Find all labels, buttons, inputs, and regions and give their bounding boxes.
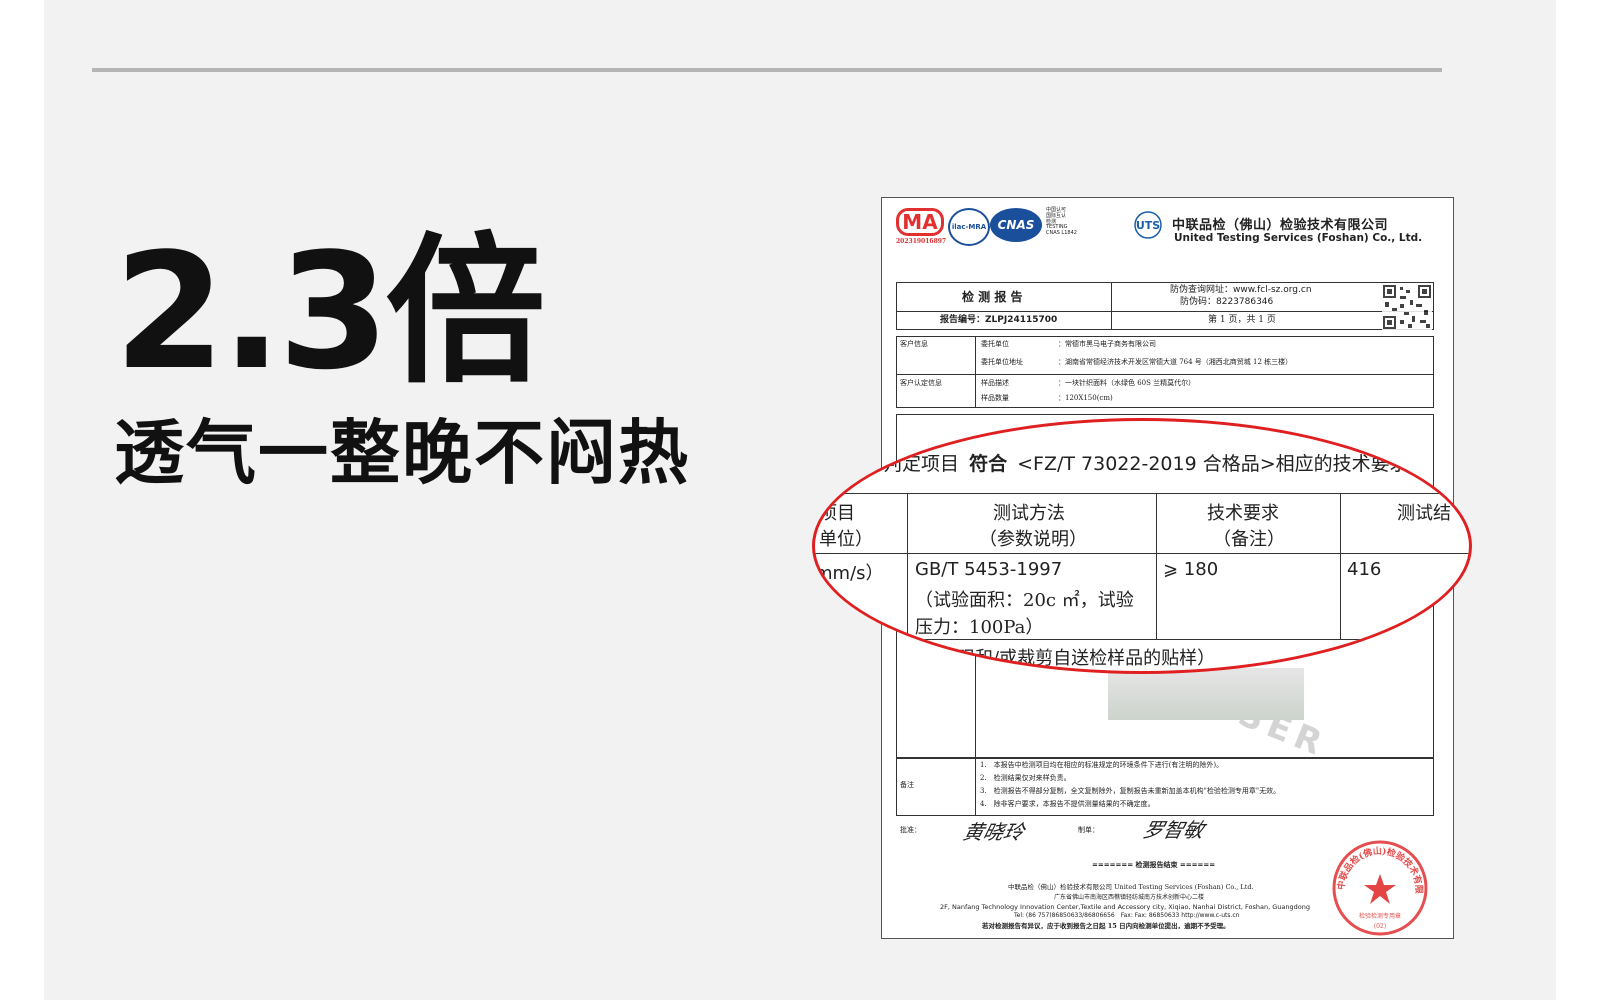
report-end-line: ======= 检测报告结束 ====== (1092, 860, 1216, 869)
note-1: 1. 本报告中检测项目均在相应的标准规定的环境条件下进行(有注明的除外)。 (980, 761, 1224, 769)
client-row-name-key: 委托单位 (981, 340, 1009, 348)
sample-photo (1108, 668, 1304, 720)
client-info-table (896, 336, 1434, 408)
col-method-line2: （参数说明） (979, 529, 1087, 550)
company-name-en: United Testing Services (Foshan) Co., Lt… (1174, 232, 1423, 244)
cell-result: 416 (1347, 559, 1382, 580)
approve-label: 批准： (900, 826, 921, 834)
cnas-logo: CNAS (990, 208, 1042, 242)
approve-signature: 黄晓玲 (960, 820, 1027, 844)
col-item-line1: 项目 (819, 503, 855, 524)
col-result-line1: 测试结 (1397, 503, 1451, 524)
col-method-line1: 测试方法 (993, 503, 1065, 524)
verify-code: 防伪码：8223786346 (1180, 297, 1274, 307)
client-row-address-key: 委托单位地址 (981, 358, 1023, 366)
report-title: 检 测 报 告 (962, 290, 1023, 304)
headline-value: 2.3倍 (114, 218, 545, 405)
sample-row-desc-value: ：一块针织面料（水绿色 60S 兰精莫代尔） (1058, 379, 1196, 387)
client-row-name-value: ：常德市黑马电子商务有限公司 (1058, 340, 1156, 348)
uts-logo: UTS (1130, 210, 1166, 240)
report-number: 报告编号：ZLPJ24115700 (940, 315, 1058, 325)
footer-line-4: Tel: (86 757)86850633/86806656 Fax: Fax:… (1014, 912, 1240, 919)
col-req-line1: 技术要求 (1207, 503, 1279, 524)
prepare-label: 制单： (1078, 826, 1099, 834)
verify-url: 防伪查询网址：www.fcl-sz.org.cn (1170, 285, 1312, 295)
note-3: 3. 检测报告不得部分复制，全文复制除外，复制报告未重新加盖本机构"检验检测专用… (980, 787, 1281, 795)
svg-text:UTS: UTS (1136, 219, 1160, 232)
qr-code-icon (1382, 284, 1432, 330)
zoom-verdict: 要求判定项目 符合 <FZ/T 73022-2019 合格品>相应的技术要求。 (845, 453, 1428, 475)
svg-text:(02): (02) (1374, 923, 1386, 930)
page-info: 第 1 页，共 1 页 (1208, 315, 1276, 325)
cell-method-1: GB/T 5453-1997 (915, 559, 1063, 580)
ilac-logo: ilac-MRA (948, 208, 990, 246)
uts-mark-icon: UTS (1134, 211, 1162, 239)
footer-line-2: 广东省佛山市南海区西樵镇轻纺城南方技术创新中心二楼 (1054, 894, 1205, 901)
seal-icon: 中联品检(佛山)检验技术有限公司 检验检测专用章 (02) (1325, 830, 1428, 936)
headline-subtitle: 透气一整晚不闷热 (114, 412, 690, 494)
cnas-note: 中国认可 国际互认 检测 TESTING CNAS L1842 (1046, 207, 1077, 236)
client-row-address-value: ：湖南省常德经济技术开发区常德大道 764 号（湘西北商贸城 12 栋三楼） (1058, 358, 1293, 366)
zoom-bottom-line: 品的照片呈现和/或裁剪自送检样品的贴样） (867, 648, 1216, 669)
svg-text:检验检测专用章: 检验检测专用章 (1359, 912, 1401, 920)
zoom-callout: 要求判定项目 符合 <FZ/T 73022-2019 合格品>相应的技术要求。 … (812, 418, 1472, 674)
prepare-signature: 罗智敏 (1140, 818, 1207, 842)
col-req-line2: （备注） (1213, 529, 1285, 550)
top-divider (92, 68, 1442, 72)
official-seal: 中联品检(佛山)检验技术有限公司 检验检测专用章 (02) (1325, 830, 1430, 938)
company-name-cn: 中联品检（佛山）检验技术有限公司 (1172, 218, 1389, 233)
cell-requirement: ⩾ 180 (1163, 559, 1219, 580)
footer-line-3: 2F, Nanfang Technology Innovation Center… (940, 903, 1310, 911)
cell-unit: mm/s） (815, 563, 884, 584)
sample-row-desc-key: 样品描述 (981, 379, 1009, 387)
note-2: 2. 检测结果仅对来样负责。 (980, 774, 1071, 782)
footer-line-5: 若对检测报告有异议，应于收到报告之日起 15 日内向检测单位提出，逾期不予受理。 (982, 922, 1230, 930)
note-4: 4. 除非客户要求，本报告不提供测量结果的不确定度。 (980, 800, 1155, 808)
cma-logo: MA 202319016897 (896, 208, 947, 245)
sample-row-qty-key: 样品数量 (981, 394, 1009, 402)
qr-code (1382, 284, 1432, 330)
cell-method-2: （试验面积：20c ㎡，试验 (915, 590, 1134, 611)
sample-row-qty-value: ：120X150(cm) (1058, 394, 1113, 402)
cell-method-3: 压力：100Pa） (915, 617, 1044, 638)
notes-label: 备注 (900, 781, 914, 789)
client-info-label: 客户信息 (900, 340, 928, 348)
col-item-line2: 单位） (819, 529, 873, 550)
footer-line-1: 中联品检（佛山）检验技术有限公司 United Testing Services… (1008, 883, 1254, 891)
sample-info-label: 客户认定信息 (900, 379, 942, 387)
